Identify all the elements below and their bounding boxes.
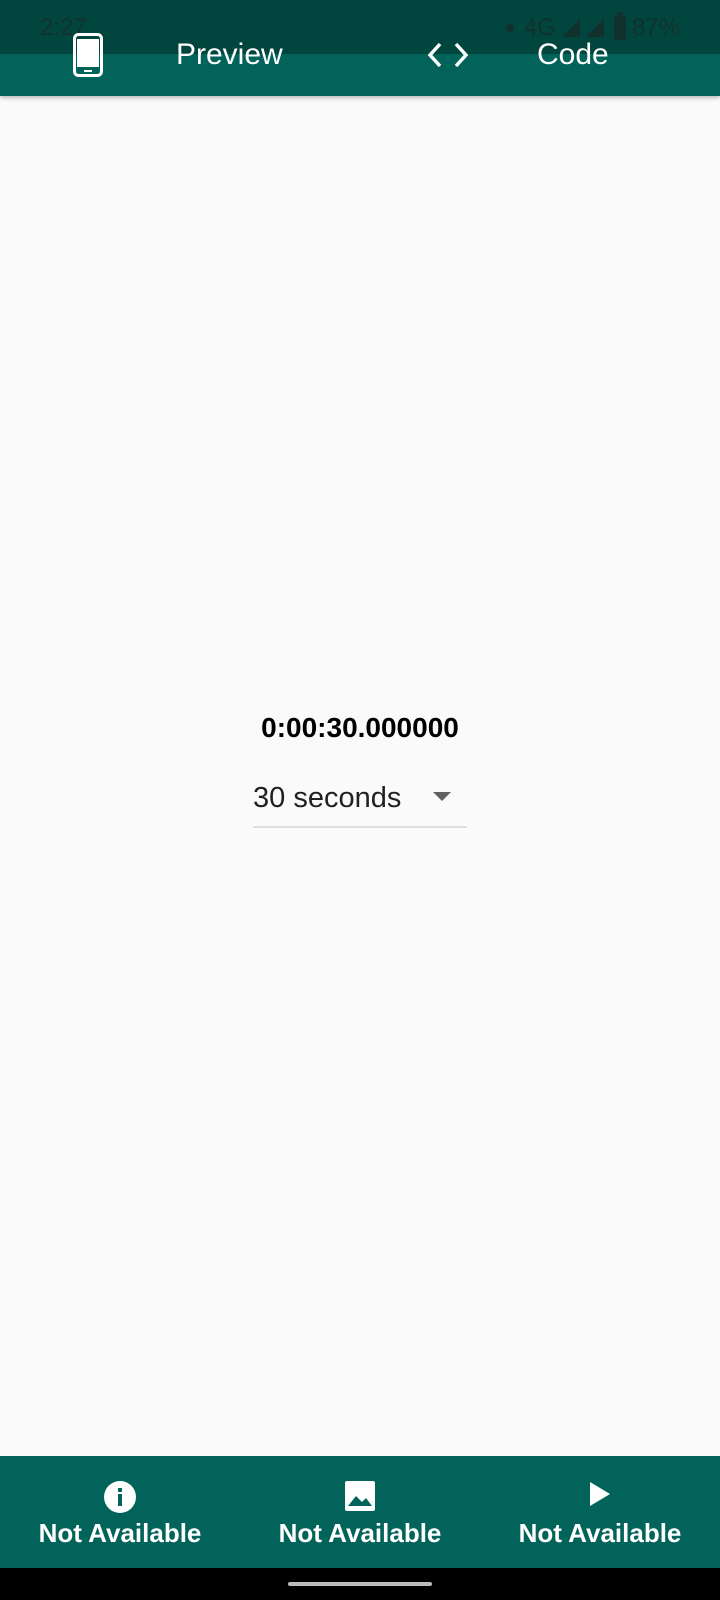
info-icon xyxy=(104,1481,136,1513)
bottom-nav-play[interactable]: Not Available xyxy=(480,1456,720,1568)
system-navigation-bar xyxy=(0,1568,720,1600)
bottom-nav-label: Not Available xyxy=(278,1518,442,1548)
dropdown-arrow-icon xyxy=(433,792,451,801)
home-gesture-handle[interactable] xyxy=(288,1582,432,1586)
code-icon xyxy=(428,42,468,68)
tab-code-label: Code xyxy=(537,38,609,71)
duration-dropdown[interactable]: 30 seconds xyxy=(253,770,467,828)
bottom-nav-label: Not Available xyxy=(38,1518,202,1548)
image-icon xyxy=(345,1481,375,1511)
dropdown-value: 30 seconds xyxy=(253,781,402,814)
tab-preview-label: Preview xyxy=(176,38,283,71)
play-icon xyxy=(590,1482,610,1506)
bottom-nav-label: Not Available xyxy=(518,1518,682,1548)
tab-preview[interactable]: Preview xyxy=(0,0,360,96)
bottom-nav-image[interactable]: Not Available xyxy=(240,1456,480,1568)
app-bar: Preview Code xyxy=(0,33,720,96)
bottom-navigation: Not Available Not Available Not Availabl… xyxy=(0,1456,720,1568)
tab-code[interactable]: Code xyxy=(360,0,720,96)
duration-text: 0:00:30.000000 xyxy=(261,712,459,743)
bottom-nav-info[interactable]: Not Available xyxy=(0,1456,240,1568)
phone-icon xyxy=(73,33,103,77)
